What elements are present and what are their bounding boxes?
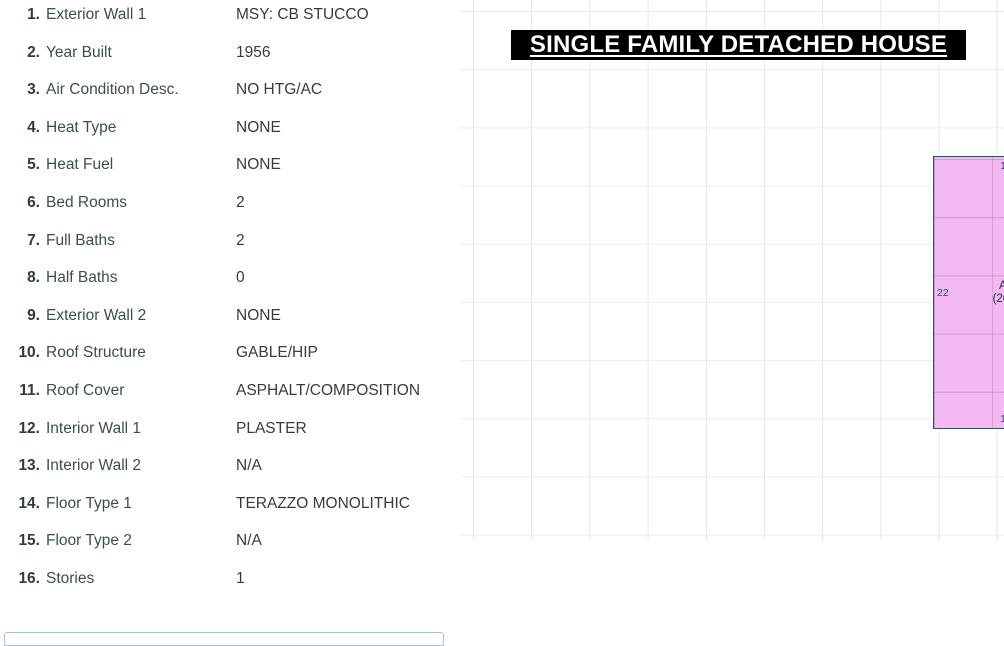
row-value: NONE [236, 156, 281, 174]
list-item: 10. Roof Structure GABLE/HIP [0, 344, 460, 382]
row-label: Floor Type 2 [46, 532, 132, 550]
row-index: 13. [18, 457, 40, 475]
sketch-title-text: SINGLE FAMILY DETACHED HOUSE [529, 31, 948, 58]
list-item: 13. Interior Wall 2 N/A [0, 457, 460, 495]
row-index: 16. [18, 569, 40, 587]
row-label: Interior Wall 2 [46, 457, 142, 475]
list-item: 2. Year Built 1956 [0, 44, 460, 82]
row-label: Roof Cover [46, 381, 125, 399]
row-value: TERAZZO MONOLITHIC [236, 494, 410, 512]
row-label: Interior Wall 1 [46, 419, 142, 437]
row-index: 4. [27, 118, 40, 136]
next-section-card-top-edge [4, 632, 444, 646]
dimension-bottom: 12 [1000, 413, 1004, 425]
row-index: 6. [27, 193, 40, 211]
characteristics-list: 1. Exterior Wall 1 MSY: CB STUCCO 2. Yea… [0, 6, 460, 608]
row-value: PLASTER [236, 419, 307, 437]
row-label: Heat Fuel [46, 156, 114, 174]
row-index: 5. [27, 156, 40, 174]
row-value: NO HTG/AC [236, 81, 323, 99]
list-item: 6. Bed Rooms 2 [0, 194, 460, 232]
row-value: 0 [236, 269, 245, 287]
list-item: 4. Heat Type NONE [0, 119, 460, 157]
row-index: 2. [27, 43, 40, 61]
row-value: GABLE/HIP [236, 344, 318, 362]
row-label: Roof Structure [46, 344, 146, 362]
sketch-title-banner: SINGLE FAMILY DETACHED HOUSE [511, 30, 966, 60]
dimension-left: 22 [937, 286, 949, 299]
row-label: Exterior Wall 2 [46, 306, 147, 324]
row-value: 2 [236, 193, 245, 211]
row-label: Full Baths [46, 231, 115, 249]
row-value: ASPHALT/COMPOSITION [236, 381, 421, 399]
row-index: 9. [27, 306, 40, 324]
row-value: 1956 [236, 43, 271, 61]
list-item: 12. Interior Wall 1 PLASTER [0, 420, 460, 458]
row-index: 3. [27, 81, 40, 99]
row-index: 15. [18, 532, 40, 550]
row-label: Air Condition Desc. [46, 81, 179, 99]
next-section-card-inner [5, 635, 443, 645]
row-value: MSY: CB STUCCO [236, 6, 369, 23]
row-label: Half Baths [46, 269, 118, 287]
row-label: Heat Type [46, 118, 117, 136]
list-item: 16. Stories 1 [0, 570, 460, 608]
building-sketch-panel: 4 4 5 5 A2 (20) 12 12 22 22 A1 (264) 30 … [460, 0, 1004, 640]
list-item: 15. Floor Type 2 N/A [0, 532, 460, 570]
sketch-section-a1[interactable]: 12 12 22 22 A1 (264) [933, 156, 1004, 429]
list-item: 7. Full Baths 2 [0, 232, 460, 270]
row-index: 10. [18, 344, 40, 362]
row-value: NONE [236, 306, 281, 324]
row-label: Bed Rooms [46, 193, 127, 211]
row-index: 14. [18, 494, 40, 512]
dimension-top: 12 [1000, 160, 1004, 172]
row-value: 2 [236, 231, 245, 249]
row-value: NONE [236, 118, 281, 136]
list-item: 8. Half Baths 0 [0, 269, 460, 307]
row-index: 1. [27, 6, 40, 23]
page-root: 1. Exterior Wall 1 MSY: CB STUCCO 2. Yea… [0, 0, 1004, 646]
list-item: 14. Floor Type 1 TERAZZO MONOLITHIC [0, 495, 460, 533]
row-index: 12. [18, 419, 40, 437]
list-item: 9. Exterior Wall 2 NONE [0, 307, 460, 345]
row-label: Year Built [46, 43, 112, 61]
row-label: Floor Type 1 [46, 494, 132, 512]
row-value: N/A [236, 532, 262, 550]
row-label: Stories [46, 569, 95, 587]
list-item: 3. Air Condition Desc. NO HTG/AC [0, 81, 460, 119]
row-value: 1 [236, 569, 245, 587]
sketch-grid-background [460, 0, 1004, 540]
row-value: N/A [236, 457, 262, 475]
list-item: 11. Roof Cover ASPHALT/COMPOSITION [0, 382, 460, 420]
building-characteristics-panel: 1. Exterior Wall 1 MSY: CB STUCCO 2. Yea… [0, 0, 460, 646]
row-index: 8. [27, 269, 40, 287]
list-item: 5. Heat Fuel NONE [0, 156, 460, 194]
row-label: Exterior Wall 1 [46, 6, 147, 23]
row-index: 7. [27, 231, 40, 249]
row-index: 11. [19, 381, 40, 399]
list-item: 1. Exterior Wall 1 MSY: CB STUCCO [0, 6, 460, 44]
